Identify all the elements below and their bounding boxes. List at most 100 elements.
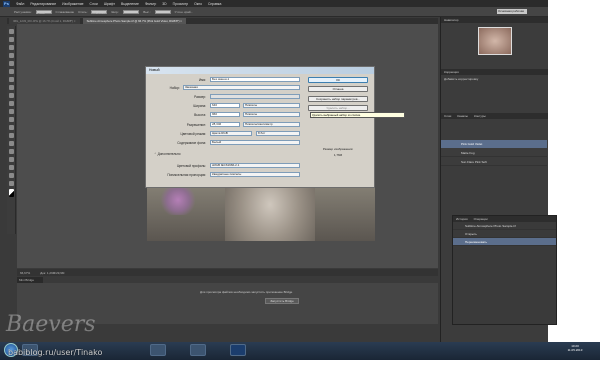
bit-depth-select[interactable]: 8 бит <box>256 131 300 136</box>
color-profile-label: Цветовой профиль: <box>176 164 206 168</box>
menu-image[interactable]: Изображение <box>62 2 83 6</box>
layer-row-sun-flare[interactable]: Sun Flare Pink Soft <box>441 158 547 166</box>
menu-file[interactable]: Файл <box>16 2 24 6</box>
lasso-tool-icon[interactable] <box>8 45 14 50</box>
move-tool-icon[interactable] <box>8 29 14 34</box>
color-swatches-icon[interactable] <box>8 189 14 197</box>
history-brush-tool-icon[interactable] <box>8 101 14 106</box>
layer-row-matte-fog[interactable]: Matte Fog <box>441 149 547 157</box>
width-input[interactable]: 640 <box>210 103 240 108</box>
history-panel: История Операции Sublime Atmosphere Phot… <box>452 215 557 325</box>
hand-tool-icon[interactable] <box>8 173 14 178</box>
status-bar: 66,67% Док: 1,29М/29,9М <box>17 269 438 276</box>
aspect-select[interactable]: Квадратные пикселы <box>210 172 300 177</box>
height-input[interactable]: 960 <box>210 112 240 117</box>
size-label: Размер: <box>194 95 206 99</box>
menu-help[interactable]: Справка <box>208 2 221 6</box>
tooltip: Удалить выбранный набор из списка. <box>310 112 405 118</box>
width-unit-select[interactable]: Пикселы <box>243 103 300 108</box>
options-bar: Растушевка: 0 пикс Сглаживание Стиль: Об… <box>0 7 548 17</box>
name-input[interactable]: Без имени-1 <box>210 77 300 82</box>
workspace-select[interactable]: Основная рабочая <box>497 9 527 14</box>
navigator-thumbnail[interactable] <box>478 27 512 55</box>
dialog-title: Новый <box>146 67 374 74</box>
background-select[interactable]: Белый <box>210 140 300 145</box>
shape-tool-icon[interactable] <box>8 165 14 170</box>
color-mode-select[interactable]: Цвета RGB <box>210 131 252 136</box>
quick-select-tool-icon[interactable] <box>8 53 14 58</box>
resolution-label: Разрешение: <box>186 123 206 127</box>
zoom-level[interactable]: 66,67% <box>20 271 30 275</box>
blur-tool-icon[interactable] <box>8 125 14 130</box>
height-input[interactable] <box>154 9 171 14</box>
color-mode-label: Цветовой режим: <box>180 132 206 136</box>
cancel-button[interactable]: Отмена <box>308 86 368 92</box>
marquee-tool-icon[interactable] <box>8 37 14 42</box>
correction-subtitle: Добавить корректировку <box>444 77 479 81</box>
brush-tool-icon[interactable] <box>8 85 14 90</box>
resolution-input[interactable]: 28,346 <box>210 122 240 127</box>
delete-preset-button[interactable]: Удалить набор... <box>308 105 368 111</box>
smooth-checkbox[interactable]: Сглаживание <box>56 10 75 14</box>
image-size-label: Размер изображения: <box>322 147 354 151</box>
style-select[interactable]: Обычный <box>91 9 108 15</box>
tab-channels[interactable]: Каналы <box>457 113 468 119</box>
height-label: Выс.: <box>143 9 151 14</box>
feather-label: Растушевка: <box>14 9 32 14</box>
ok-button[interactable]: ОК <box>308 77 368 83</box>
width-label: Шир.: <box>111 9 120 14</box>
menu-window[interactable]: Окно <box>194 2 202 6</box>
height-unit-select[interactable]: Пикселы <box>243 112 300 117</box>
tab-paths[interactable]: Контуры <box>474 113 486 119</box>
tab-layers[interactable]: Слои <box>444 113 451 119</box>
clock-date: 11.05.2013 <box>567 348 583 352</box>
resolution-unit-select[interactable]: Пикселы/сантиметр <box>243 122 300 127</box>
menu-edit[interactable]: Редактирование <box>30 2 56 6</box>
dodge-tool-icon[interactable] <box>8 133 14 138</box>
pen-tool-icon[interactable] <box>8 141 14 146</box>
photoshop-logo-icon: Ps <box>3 0 10 7</box>
preset-select[interactable]: Заказная <box>183 85 300 90</box>
width-input[interactable] <box>123 9 140 14</box>
zoom-tool-icon[interactable] <box>8 181 14 186</box>
correction-tab[interactable]: Коррекция <box>444 69 459 75</box>
menu-view[interactable]: Просмотр <box>173 2 189 6</box>
eyedropper-tool-icon[interactable] <box>8 69 14 74</box>
color-profile-select[interactable]: sRGB IEC61966-2.1 <box>210 163 300 168</box>
chrome-taskbar-icon[interactable] <box>190 344 206 356</box>
correction-icons[interactable] <box>441 83 548 113</box>
size-select <box>210 94 300 99</box>
menu-select[interactable]: Выделение <box>121 2 139 6</box>
crop-tool-icon[interactable] <box>8 61 14 66</box>
launch-bridge-button[interactable]: Запустить Bridge <box>265 298 299 304</box>
system-clock[interactable]: 10:20 11.05.2013 <box>555 344 595 352</box>
eraser-tool-icon[interactable] <box>8 109 14 114</box>
feather-input[interactable]: 0 пикс <box>35 9 52 15</box>
aspect-label: Попиксельная пропорция: <box>167 173 206 177</box>
toolbox <box>7 26 16 234</box>
navigator-tab[interactable]: Навигатор <box>444 17 458 23</box>
type-tool-icon[interactable] <box>8 149 14 154</box>
save-preset-button[interactable]: Сохранить набор параметров... <box>308 96 368 102</box>
menu-3d[interactable]: 3D <box>162 2 166 6</box>
mini-bridge-message: Для просмотра файлов необходимо запустит… <box>200 290 293 294</box>
menu-layers[interactable]: Слои <box>90 2 98 6</box>
refine-edge-button[interactable]: Уточн. край... <box>175 10 194 14</box>
path-select-tool-icon[interactable] <box>8 157 14 162</box>
height-label: Высота: <box>194 113 206 117</box>
menu-type[interactable]: Шрифт <box>104 2 115 6</box>
gradient-tool-icon[interactable] <box>8 117 14 122</box>
history-open[interactable]: Открыть <box>453 230 556 238</box>
photoshop-taskbar-icon[interactable] <box>230 344 246 356</box>
healing-tool-icon[interactable] <box>8 77 14 82</box>
advanced-toggle[interactable]: ⌃ Дополнительно <box>154 152 181 156</box>
layer-row-pink-gold[interactable]: Pink Gold Violet <box>441 140 547 148</box>
history-snapshot[interactable]: Sublime Atmosphere Photo Sample.tif <box>453 222 556 230</box>
photo-flower <box>158 185 198 215</box>
style-label: Стиль: <box>78 9 88 14</box>
menu-filter[interactable]: Фильтр <box>145 2 156 6</box>
name-label: Имя: <box>198 78 206 82</box>
history-rename[interactable]: Переименовать <box>453 238 556 246</box>
explorer-taskbar-icon[interactable] <box>150 344 166 356</box>
stamp-tool-icon[interactable] <box>8 93 14 98</box>
